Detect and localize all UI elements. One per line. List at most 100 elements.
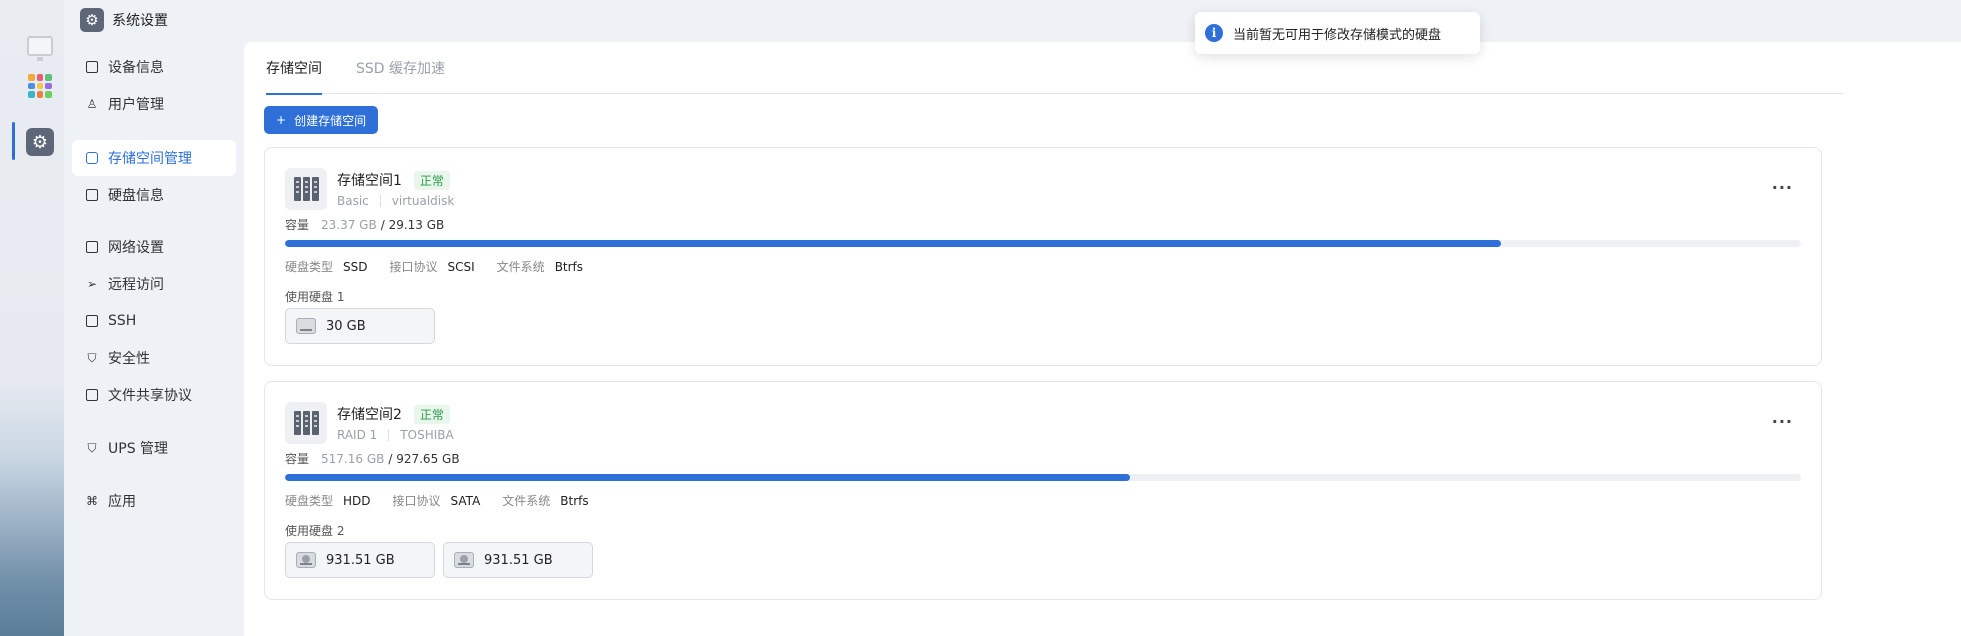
hdd-icon (296, 552, 316, 568)
disk-type-value: HDD (343, 493, 371, 508)
dock-app-center[interactable] (20, 66, 60, 106)
storage-pool-card: 存储空间1 正常 Basic virtualdisk ··· 容量 23.37 … (264, 147, 1822, 366)
monitor-icon (27, 36, 53, 61)
app-grid-icon (28, 74, 52, 98)
pool-raid: RAID 1 (337, 428, 378, 442)
disk-type-label: 硬盘类型 (285, 260, 334, 274)
used-disks-label: 使用硬盘 1 (285, 290, 345, 304)
hdd-icon (454, 552, 474, 568)
terminal-icon (84, 313, 100, 329)
pool-title: 存储空间1 正常 (337, 170, 450, 190)
capacity-progress-fill (285, 240, 1502, 247)
pool-vendor: virtualdisk (391, 194, 455, 208)
disk-icon (84, 187, 100, 203)
disk-size: 931.51 GB (326, 552, 395, 568)
filesystem-label: 文件系统 (502, 494, 551, 508)
interface-label: 接口协议 (392, 494, 441, 508)
disk-chip[interactable]: 931.51 GB (285, 542, 435, 578)
filesystem-value: Btrfs (560, 493, 589, 508)
dock-monitor-app[interactable] (20, 26, 60, 66)
device-icon (84, 59, 100, 75)
server-icon (285, 168, 327, 210)
sidebar-item-label: 存储空间管理 (108, 151, 192, 167)
sidebar-item-user-management[interactable]: ♙ 用户管理 (72, 86, 236, 122)
main-panel: 存储空间 SSD 缓存加速 + 创建存储空间 存储空间1 正常 Basic vi… (244, 42, 1961, 636)
apps-icon: ⌘ (86, 494, 98, 508)
storage-pool-card: 存储空间2 正常 RAID 1 TOSHIBA ··· 容量 517.16 GB… (264, 381, 1822, 600)
disk-chip[interactable]: 30 GB (285, 308, 435, 344)
pool-subtitle: Basic virtualdisk (337, 194, 454, 208)
tab-ssd-cache[interactable]: SSD 缓存加速 (356, 42, 445, 94)
capacity-total: / 29.13 GB (380, 218, 445, 232)
pool-properties: 硬盘类型 HDD 接口协议 SATA 文件系统 Btrfs (285, 492, 611, 509)
desktop-dock: ⚙ (0, 0, 64, 636)
sidebar-item-network[interactable]: 网络设置 (72, 229, 236, 265)
sidebar-item-device-info[interactable]: 设备信息 (72, 49, 236, 85)
interface-label: 接口协议 (389, 260, 438, 274)
capacity-progress-bar (285, 240, 1801, 247)
server-icon (285, 402, 327, 444)
pool-name: 存储空间1 (337, 173, 402, 189)
settings-window: ⚙ 系统设置 设备信息 ♙ 用户管理 存储空间管理 硬盘信息 网络设置 ➢ 远程… (64, 0, 1961, 636)
sidebar-item-label: SSH (108, 313, 137, 329)
sidebar-item-disk-info[interactable]: 硬盘信息 (72, 177, 236, 213)
more-options-button[interactable]: ··· (1772, 412, 1793, 431)
tab-bar: 存储空间 SSD 缓存加速 (266, 42, 1843, 95)
capacity-line: 容量 517.16 GB / 927.65 GB (285, 450, 460, 467)
interface-value: SCSI (447, 259, 475, 274)
create-storage-button[interactable]: + 创建存储空间 (264, 106, 379, 134)
pool-subtitle: RAID 1 TOSHIBA (337, 428, 454, 442)
capacity-total: / 927.65 GB (388, 452, 460, 466)
settings-gear-icon: ⚙ (80, 8, 104, 32)
disk-size: 931.51 GB (484, 552, 553, 568)
status-badge: 正常 (413, 170, 450, 190)
divider (379, 195, 381, 207)
send-icon: ➢ (86, 277, 98, 291)
pool-vendor: TOSHIBA (400, 428, 454, 442)
plus-icon: + (276, 113, 287, 127)
create-storage-label: 创建存储空间 (294, 113, 367, 128)
app-title: ⚙ 系统设置 (80, 8, 168, 32)
sidebar-item-storage-management[interactable]: 存储空间管理 (72, 140, 236, 176)
sidebar-item-label: 安全性 (108, 351, 150, 367)
sidebar-item-security[interactable]: ⛉ 安全性 (72, 340, 236, 376)
sidebar: ⚙ 系统设置 设备信息 ♙ 用户管理 存储空间管理 硬盘信息 网络设置 ➢ 远程… (64, 0, 244, 636)
capacity-progress-fill (285, 474, 1131, 481)
sidebar-item-label: 远程访问 (108, 277, 164, 293)
user-icon: ♙ (86, 97, 98, 111)
toast-message: 当前暂无可用于修改存储模式的硬盘 (1233, 27, 1442, 43)
sidebar-item-remote-access[interactable]: ➢ 远程访问 (72, 266, 236, 302)
info-icon: i (1205, 24, 1223, 42)
sidebar-item-label: 文件共享协议 (108, 388, 192, 404)
tab-storage-space[interactable]: 存储空间 (266, 42, 322, 95)
capacity-line: 容量 23.37 GB / 29.13 GB (285, 216, 444, 233)
app-title-text: 系统设置 (112, 13, 168, 29)
storage-icon (84, 150, 100, 166)
capacity-progress-bar (285, 474, 1801, 481)
dock-settings-app[interactable]: ⚙ (20, 122, 60, 162)
sidebar-item-label: 应用 (108, 494, 136, 510)
file-icon (84, 387, 100, 403)
interface-value: SATA (450, 493, 481, 508)
sidebar-item-ups[interactable]: ⛉ UPS 管理 (72, 430, 236, 466)
pool-properties: 硬盘类型 SSD 接口协议 SCSI 文件系统 Btrfs (285, 258, 605, 275)
sidebar-item-ssh[interactable]: SSH (72, 303, 236, 339)
capacity-label: 容量 (285, 452, 310, 466)
network-icon (84, 239, 100, 255)
gear-icon: ⚙ (26, 128, 54, 156)
shield-icon: ⛉ (87, 350, 97, 365)
used-disks-label: 使用硬盘 2 (285, 524, 345, 538)
sidebar-item-label: 设备信息 (108, 60, 164, 76)
disk-chip[interactable]: 931.51 GB (443, 542, 593, 578)
disk-type-label: 硬盘类型 (285, 494, 334, 508)
more-options-button[interactable]: ··· (1772, 178, 1793, 197)
pool-raid: Basic (337, 194, 369, 208)
sidebar-item-label: UPS 管理 (108, 441, 169, 457)
sidebar-item-label: 用户管理 (108, 97, 164, 113)
capacity-used: 23.37 GB (321, 218, 377, 232)
pool-name: 存储空间2 (337, 407, 402, 423)
sidebar-item-file-sharing[interactable]: 文件共享协议 (72, 377, 236, 413)
sidebar-item-apps[interactable]: ⌘ 应用 (72, 483, 236, 519)
dock-active-indicator (12, 122, 15, 160)
ups-shield-icon: ⛉ (87, 440, 97, 455)
